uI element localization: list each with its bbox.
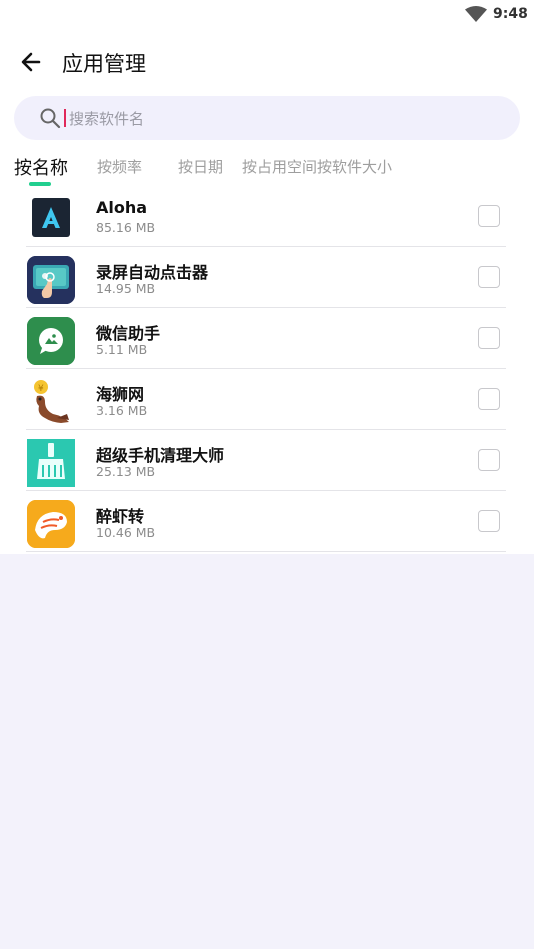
app-size: 85.16 MB: [96, 220, 156, 235]
tab-sort-by-name[interactable]: 按名称: [14, 154, 68, 180]
search-icon: [40, 108, 61, 129]
select-checkbox[interactable]: [478, 327, 500, 349]
select-checkbox[interactable]: [478, 266, 500, 288]
select-checkbox[interactable]: [478, 388, 500, 410]
divider: [26, 551, 506, 552]
tab-sort-by-storage[interactable]: 按占用空间: [242, 156, 317, 177]
app-size: 10.46 MB: [96, 525, 156, 540]
app-name: Aloha: [96, 198, 148, 217]
app-name: 海狮网: [96, 385, 145, 404]
shrimp-icon: [27, 500, 75, 548]
search-bar[interactable]: [14, 96, 520, 140]
select-checkbox[interactable]: [478, 449, 500, 471]
aloha-icon: [27, 195, 75, 243]
list-item[interactable]: Aloha 85.16 MB: [0, 186, 534, 247]
app-size: 14.95 MB: [96, 281, 156, 296]
search-input[interactable]: [67, 104, 451, 134]
app-name: 醉虾转: [96, 507, 145, 526]
list-item[interactable]: 录屏自动点击器 14.95 MB: [0, 247, 534, 308]
sea-lion-icon: ¥: [27, 378, 75, 426]
wechat-assistant-icon: [27, 317, 75, 365]
sort-tabs: 按名称 按频率 按日期 按占用空间 按软件大小: [0, 154, 534, 190]
page-title: 应用管理: [62, 52, 146, 76]
app-size: 3.16 MB: [96, 403, 148, 418]
app-panel: 9:48 应用管理 按名称 按频率 按日期 按占用空间 按软件大小: [0, 0, 534, 554]
select-checkbox[interactable]: [478, 205, 500, 227]
app-name: 超级手机清理大师: [96, 446, 225, 465]
list-item[interactable]: 醉虾转 10.46 MB: [0, 491, 534, 552]
wifi-icon: [465, 6, 487, 22]
select-checkbox[interactable]: [478, 510, 500, 532]
list-item[interactable]: 超级手机清理大师 25.13 MB: [0, 430, 534, 491]
status-time: 9:48: [493, 6, 528, 22]
app-size: 25.13 MB: [96, 464, 156, 479]
list-item[interactable]: 微信助手 5.11 MB: [0, 308, 534, 369]
list-item[interactable]: ¥ 海狮网 3.16 MB: [0, 369, 534, 430]
phone-cleaner-icon: [27, 439, 75, 487]
tab-sort-by-date[interactable]: 按日期: [178, 156, 223, 177]
tab-sort-by-frequency[interactable]: 按频率: [97, 156, 142, 177]
auto-clicker-icon: [27, 256, 75, 304]
status-bar: 9:48: [0, 0, 534, 30]
app-name: 微信助手: [96, 324, 161, 343]
tab-sort-by-app-size[interactable]: 按软件大小: [317, 156, 392, 177]
app-name: 录屏自动点击器: [96, 263, 209, 282]
app-size: 5.11 MB: [96, 342, 148, 357]
back-arrow-icon[interactable]: [18, 49, 46, 75]
svg-text:¥: ¥: [38, 384, 44, 394]
text-cursor: [64, 109, 66, 127]
